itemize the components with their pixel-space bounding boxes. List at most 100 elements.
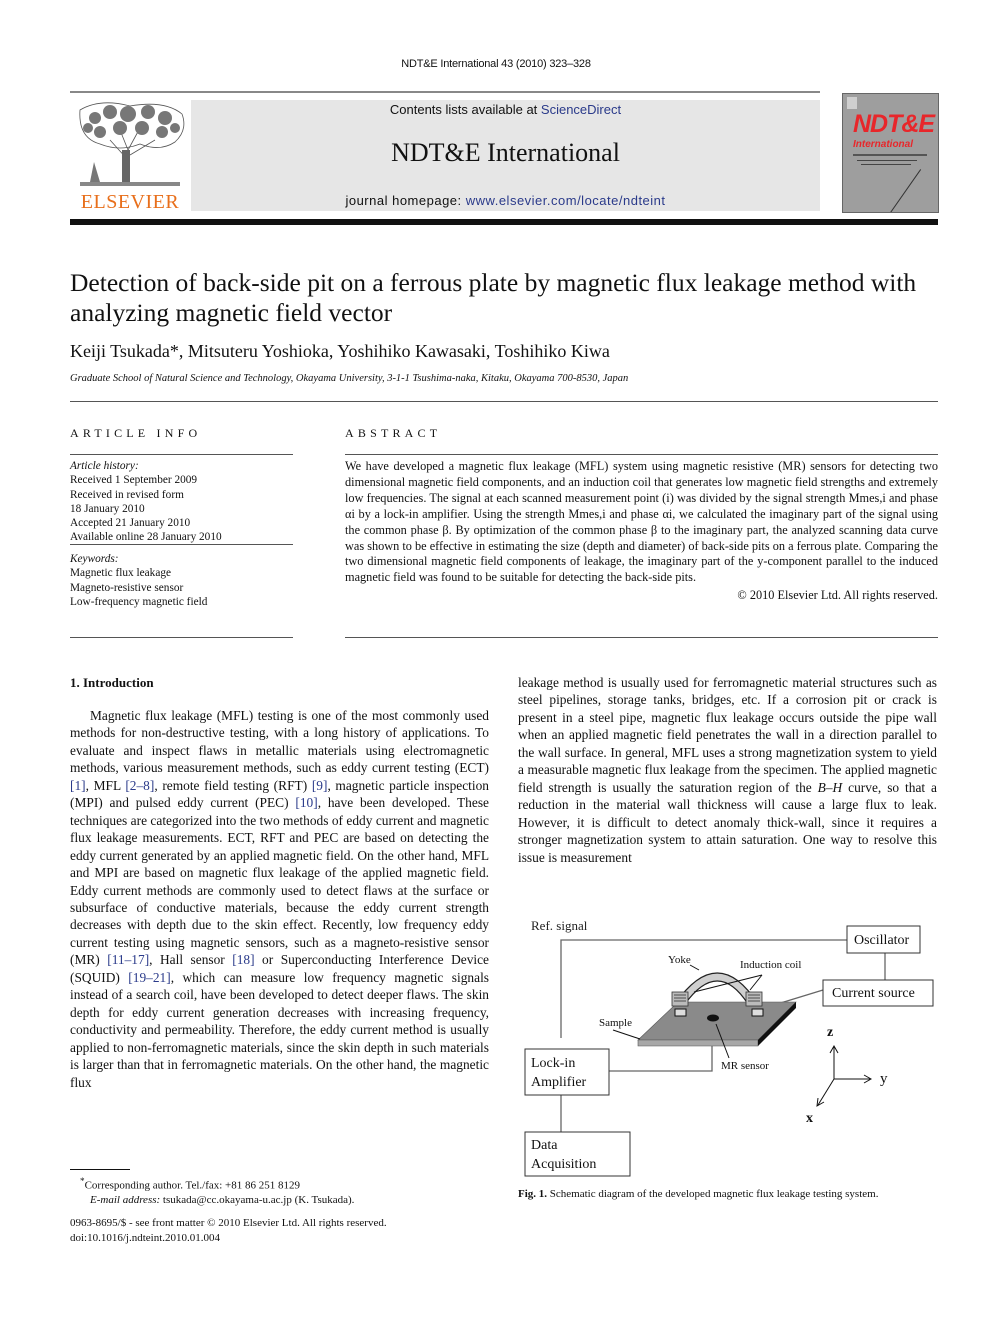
- cover-elsevier-mark-icon: [847, 97, 857, 109]
- citation-link[interactable]: [11–17]: [107, 952, 149, 967]
- article-authors: Keiji Tsukada*, Mitsuteru Yoshioka, Yosh…: [70, 341, 610, 361]
- section-heading-introduction: 1. Introduction: [70, 675, 154, 690]
- lock-in-label-1: Lock-in: [531, 1056, 575, 1071]
- journal-banner: Contents lists available at ScienceDirec…: [191, 100, 820, 211]
- journal-title: NDT&E International: [391, 138, 620, 167]
- yoke-foot-left: [674, 1008, 687, 1017]
- yoke-foot-right: [751, 1008, 764, 1017]
- contents-prefix: Contents lists available at: [389, 102, 541, 117]
- corresponding-author: Corresponding author. Tel./fax: +81 86 2…: [84, 1179, 301, 1192]
- sample-label: Sample: [599, 1017, 632, 1029]
- divider: [345, 454, 938, 455]
- divider: [70, 544, 293, 545]
- yoke-label: Yoke: [668, 954, 691, 966]
- citation-link[interactable]: [18]: [232, 952, 254, 967]
- abstract-body: We have developed a magnetic flux leakag…: [345, 459, 938, 604]
- body-column-left: Magnetic flux leakage (MFL) testing is o…: [70, 707, 489, 1091]
- mfl-system-schematic: Oscillator Current source Lock-in Amplif…: [524, 918, 934, 1177]
- keywords: Keywords: Magnetic flux leakage Magneto-…: [70, 552, 300, 609]
- history-item: Received 1 September 2009: [70, 474, 198, 487]
- axis-x-label: x: [806, 1111, 813, 1126]
- article-history-label: Article history:: [70, 460, 139, 472]
- elsevier-logo[interactable]: ELSEVIER: [70, 100, 190, 213]
- contents-line: Contents lists available at ScienceDirec…: [191, 102, 820, 117]
- citation-link[interactable]: [2–8]: [125, 778, 154, 793]
- caption-text: Schematic diagram of the developed magne…: [547, 1188, 879, 1200]
- cover-decoration: [885, 169, 922, 212]
- text-run: leakage method is usually used for ferro…: [518, 675, 937, 795]
- elsevier-wordmark: ELSEVIER: [80, 191, 180, 213]
- divider: [70, 637, 293, 638]
- figure-label: Fig. 1.: [518, 1188, 548, 1200]
- ref-signal-label: Ref. signal: [531, 918, 588, 933]
- citation-link[interactable]: [9]: [312, 778, 328, 793]
- abstract-copyright: © 2010 Elsevier Ltd. All rights reserved…: [737, 588, 938, 603]
- issn-doi: 0963-8695/$ - see front matter © 2010 El…: [70, 1216, 387, 1245]
- abstract-heading: ABSTRACT: [345, 426, 442, 440]
- header-rule: [70, 91, 820, 93]
- sciencedirect-link[interactable]: ScienceDirect: [541, 102, 621, 117]
- cover-title: NDT&E: [853, 110, 935, 138]
- homepage-line: journal homepage: www.elsevier.com/locat…: [191, 193, 820, 208]
- article-title: Detection of back-side pit on a ferrous …: [70, 268, 917, 327]
- journal-cover-thumbnail[interactable]: NDT&E International: [842, 93, 939, 213]
- cover-subtitle: International: [853, 139, 914, 150]
- current-source-label: Current source: [832, 986, 915, 1001]
- cover-decoration: [857, 160, 917, 161]
- axis-z-label: z: [827, 1025, 833, 1040]
- coordinate-axes: [816, 1044, 873, 1107]
- citation-link[interactable]: [10]: [295, 795, 317, 810]
- history-item: Accepted 21 January 2010: [70, 517, 191, 530]
- cover-decoration: [861, 164, 911, 165]
- paragraph: Magnetic flux leakage (MFL) testing is o…: [70, 707, 489, 1091]
- article-history: Article history: Received 1 September 20…: [70, 459, 300, 545]
- figure-1-caption: Fig. 1. Schematic diagram of the develop…: [518, 1188, 878, 1200]
- data-acq-label-2: Acquisition: [531, 1157, 596, 1172]
- email-label: E-mail address:: [90, 1194, 161, 1207]
- oscillator-label: Oscillator: [854, 933, 910, 948]
- lock-in-label-2: Amplifier: [531, 1075, 587, 1090]
- citation-link[interactable]: [19–21]: [128, 970, 170, 985]
- elsevier-tree-icon: [70, 100, 190, 188]
- data-acq-label-1: Data: [531, 1138, 558, 1153]
- keyword-item: Low-frequency magnetic field: [70, 595, 208, 608]
- divider: [70, 454, 293, 455]
- mr-sensor-label: MR sensor: [721, 1060, 769, 1072]
- homepage-prefix: journal homepage:: [345, 193, 466, 208]
- article-affiliation: Graduate School of Natural Science and T…: [70, 373, 629, 384]
- text-run: , Hall sensor: [149, 952, 233, 968]
- title-divider: [70, 401, 938, 402]
- citation-link[interactable]: [1]: [70, 778, 86, 793]
- doi-line[interactable]: doi:10.1016/j.ndteint.2010.01.004: [70, 1231, 387, 1246]
- article-info-heading: ARTICLE INFO: [70, 426, 202, 440]
- keywords-label: Keywords:: [70, 553, 119, 565]
- axis-y-label: y: [880, 1071, 888, 1087]
- figure-1: Oscillator Current source Lock-in Amplif…: [518, 912, 940, 1182]
- body-column-right: leakage method is usually used for ferro…: [518, 674, 937, 866]
- keyword-item: Magneto-resistive sensor: [70, 581, 184, 594]
- footnote: *Corresponding author. Tel./fax: +81 86 …: [80, 1174, 354, 1208]
- email-address[interactable]: tsukada@cc.okayama-u.ac.jp (K. Tsukada).: [160, 1194, 355, 1206]
- text-run: , remote field testing (RFT): [154, 777, 312, 793]
- induction-coil-left: [671, 991, 689, 1007]
- text-run: , which can measure low frequency magnet…: [70, 969, 490, 1090]
- history-item: Available online 28 January 2010: [70, 531, 222, 544]
- sample-plate-top: [637, 1001, 797, 1041]
- front-matter-line: 0963-8695/$ - see front matter © 2010 El…: [70, 1217, 387, 1229]
- text-run: , MFL: [85, 777, 126, 793]
- paragraph: leakage method is usually used for ferro…: [518, 674, 937, 866]
- history-item: Received in revised form: [70, 488, 184, 501]
- divider: [345, 637, 938, 638]
- header-thick-rule: [70, 219, 938, 225]
- keyword-item: Magnetic flux leakage: [70, 567, 171, 580]
- abstract-text: We have developed a magnetic flux leakag…: [345, 459, 938, 585]
- cover-decoration: [853, 154, 927, 156]
- induction-coil-right: [745, 991, 763, 1007]
- text-run-italic: B–H: [817, 779, 843, 795]
- text-run: Magnetic flux leakage (MFL) testing is o…: [70, 708, 489, 776]
- running-header: NDT&E International 43 (2010) 323–328: [401, 58, 591, 70]
- induction-coil-label: Induction coil: [740, 959, 801, 971]
- history-item: 18 January 2010: [70, 502, 145, 515]
- journal-homepage-link[interactable]: www.elsevier.com/locate/ndteint: [466, 193, 666, 208]
- sample-plate-front: [637, 1039, 759, 1047]
